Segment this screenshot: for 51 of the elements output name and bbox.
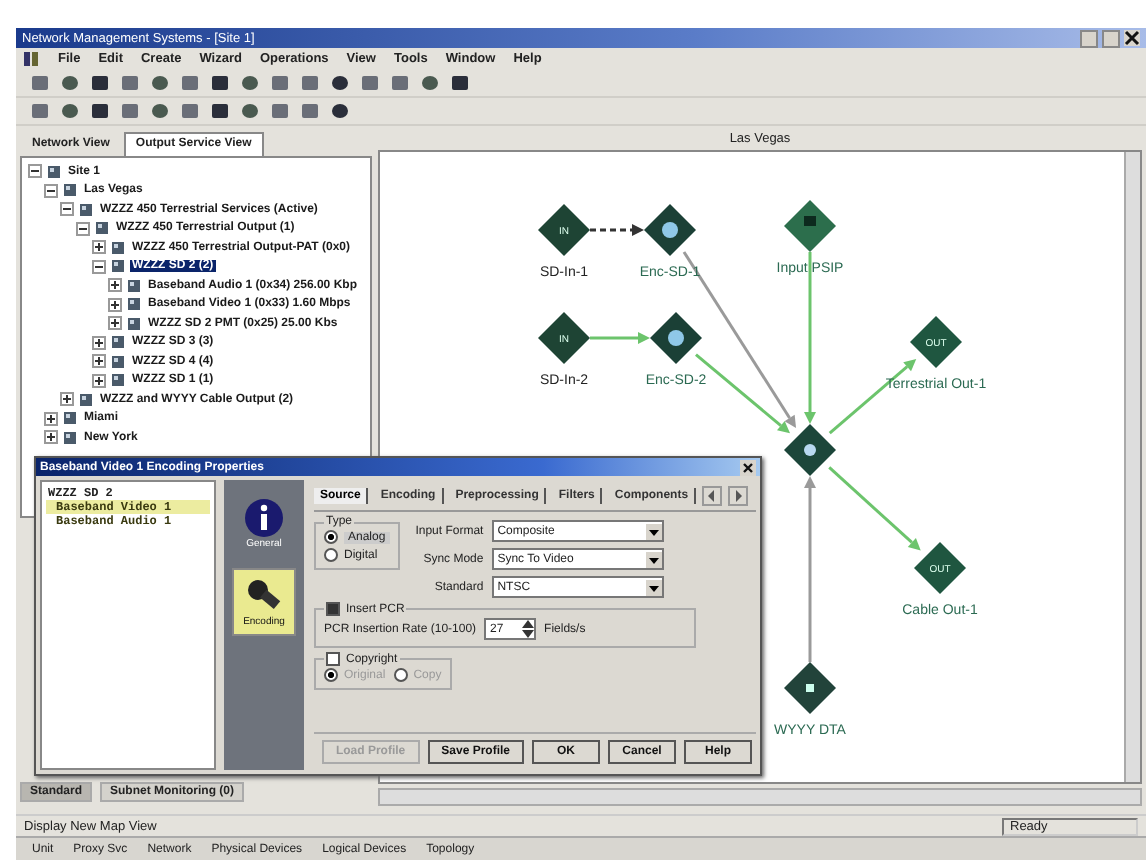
expander-icon[interactable]	[92, 354, 106, 369]
device-node-icon[interactable]	[784, 424, 836, 476]
expander-icon[interactable]	[108, 316, 122, 331]
device-node-icon[interactable]	[910, 316, 962, 368]
expander-icon[interactable]	[92, 373, 106, 388]
device-node-icon[interactable]	[650, 312, 702, 364]
expander-icon[interactable]	[44, 411, 58, 426]
toolbar-button[interactable]	[448, 72, 470, 94]
toolbar-button[interactable]	[328, 100, 350, 122]
expander-icon[interactable]	[60, 202, 74, 217]
expander-icon[interactable]	[60, 392, 74, 407]
horizontal-scrollbar[interactable]	[378, 788, 1142, 806]
dropdown-caret-icon	[645, 579, 662, 595]
toolbar-button[interactable]	[238, 72, 260, 94]
close-icon[interactable]	[1124, 30, 1140, 46]
toolbar-button[interactable]	[88, 72, 110, 94]
toolbar-button[interactable]	[328, 72, 350, 94]
expander-icon[interactable]	[108, 278, 122, 293]
expander-icon[interactable]	[28, 164, 42, 179]
toolbar-button[interactable]	[58, 72, 80, 94]
expander-icon[interactable]	[92, 240, 106, 255]
app-icon	[22, 50, 40, 68]
expander-icon[interactable]	[92, 259, 106, 274]
toolbar-button[interactable]	[148, 72, 170, 94]
info-icon	[244, 498, 284, 538]
device-node-icon[interactable]	[914, 542, 966, 594]
toolbar-button[interactable]	[208, 72, 230, 94]
expander-icon[interactable]	[92, 335, 106, 350]
expander-icon[interactable]	[44, 183, 58, 198]
device-node-icon[interactable]	[784, 200, 836, 252]
toolbar-button[interactable]	[58, 100, 80, 122]
close-icon[interactable]	[740, 459, 756, 475]
device-node-icon[interactable]	[538, 312, 590, 364]
device-node-icon[interactable]	[538, 204, 590, 256]
tab-scroll-button[interactable]	[702, 486, 723, 506]
toolbar-button[interactable]	[208, 100, 230, 122]
expander-icon[interactable]	[76, 221, 90, 236]
dropdown-caret-icon	[645, 523, 662, 539]
device-node-icon[interactable]	[644, 204, 696, 256]
left-triangle-icon	[706, 490, 719, 502]
toolbar-button[interactable]	[88, 100, 110, 122]
right-triangle-icon	[732, 490, 745, 502]
toolbar-button[interactable]	[148, 100, 170, 122]
expander-icon[interactable]	[44, 430, 58, 445]
toolbar-button[interactable]	[418, 72, 440, 94]
toolbar-button[interactable]	[238, 100, 260, 122]
dropdown-caret-icon	[645, 551, 662, 567]
tab-scroll-button[interactable]	[728, 486, 749, 506]
device-node-icon[interactable]	[784, 662, 836, 714]
vertical-scrollbar[interactable]	[1124, 152, 1140, 782]
expander-icon[interactable]	[108, 297, 122, 312]
